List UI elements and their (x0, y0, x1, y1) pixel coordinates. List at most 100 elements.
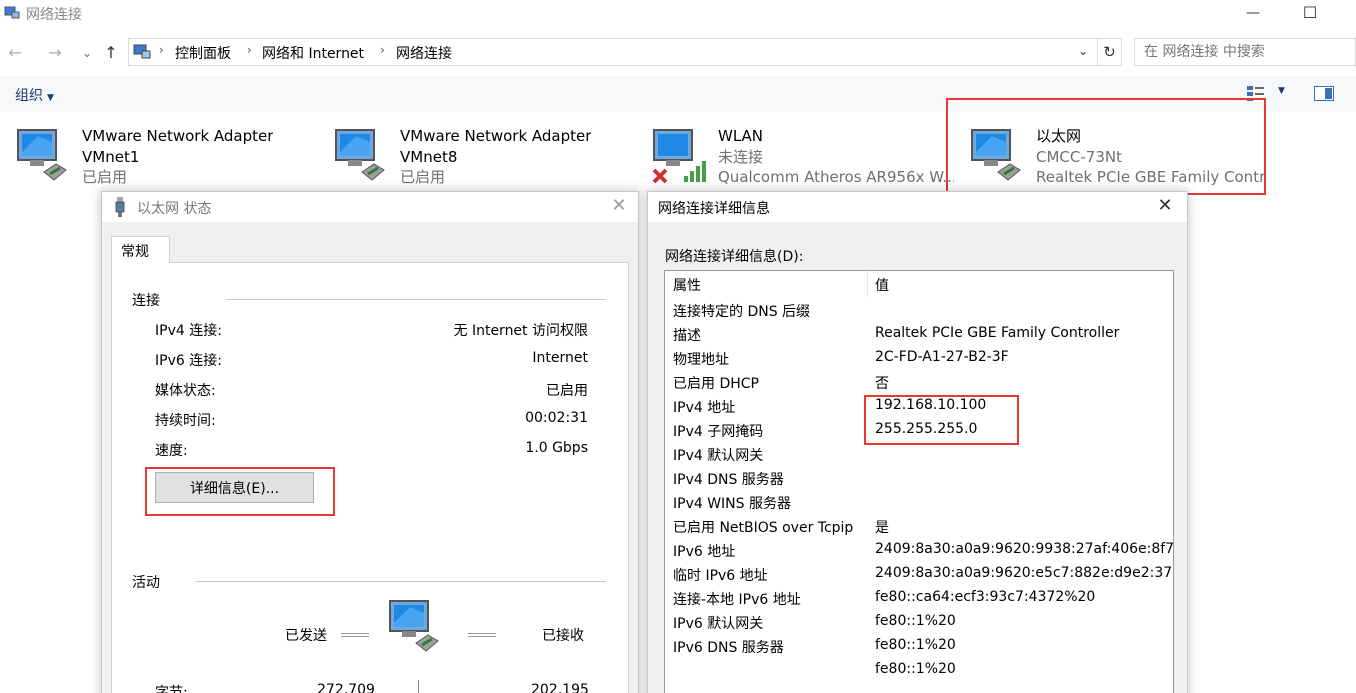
duration-label: 持续时间: (155, 413, 216, 429)
ipv6-connectivity-value: Internet (532, 350, 588, 366)
table-row[interactable]: IPv4 DNS 服务器 (665, 467, 1173, 491)
activity-line (341, 633, 369, 637)
details-list[interactable]: 属性 值 连接特定的 DNS 后缀 描述 Realtek PCIe GBE Fami… (664, 270, 1174, 693)
breadcrumb-network-internet[interactable]: 网络和 Internet (262, 43, 364, 63)
table-row[interactable]: IPv4 WINS 服务器 (665, 491, 1173, 515)
network-connection-details-dialog: 网络连接详细信息 ✕ 网络连接详细信息(D): 属性 值 连接特定的 DNS 后… (647, 191, 1188, 693)
property-cell: IPv4 地址 (673, 400, 736, 416)
table-row[interactable]: 已启用 DHCP 否 (665, 371, 1173, 395)
breadcrumb-network-connections[interactable]: 网络连接 (396, 43, 452, 63)
view-options-dropdown-icon[interactable]: ▼ (1278, 86, 1285, 96)
ethernet-adapter-icon (971, 129, 1021, 181)
table-row[interactable]: IPv4 子网掩码 255.255.255.0 (665, 419, 1173, 443)
close-icon[interactable]: ✕ (604, 195, 634, 219)
change-view-icon[interactable] (1246, 84, 1266, 102)
property-cell: IPv4 默认网关 (673, 448, 764, 464)
back-button[interactable]: ← (4, 41, 26, 65)
value-cell: 2409:8a30:a0a9:9620:e5c7:882e:d9e2:37... (875, 565, 1174, 581)
search-box[interactable] (1134, 38, 1356, 66)
bytes-sent-value: 272,709 (317, 682, 375, 693)
table-row[interactable]: IPv6 地址 2409:8a30:a0a9:9620:9938:27af:406… (665, 539, 1173, 563)
group-divider (196, 581, 606, 582)
address-bar[interactable]: › 控制面板 › 网络和 Internet › 网络连接 (128, 38, 1098, 66)
adapter-sub: VMnet8 (400, 147, 458, 166)
property-cell: IPv4 子网掩码 (673, 424, 764, 440)
received-label: 已接收 (542, 628, 584, 644)
dialog-title-bar: 以太网 状态 ✕ (102, 192, 638, 222)
refresh-button[interactable]: ↻ (1098, 38, 1122, 66)
value-cell: 255.255.255.0 (875, 421, 978, 437)
title-bar: 网络连接 — ☐ (0, 0, 1356, 28)
table-row[interactable]: 连接特定的 DNS 后缀 (665, 299, 1173, 323)
duration-value: 00:02:31 (525, 410, 588, 426)
wlan-disconnected-icon (652, 129, 706, 184)
value-cell: 192.168.10.100 (875, 397, 987, 413)
activity-line (468, 633, 496, 637)
property-cell: 已启用 DHCP (673, 376, 759, 392)
ethernet-status-dialog: 以太网 状态 ✕ 常规 连接 IPv4 连接: 无 Internet 访问权限 … (101, 191, 639, 693)
table-row[interactable]: 物理地址 2C-FD-A1-27-B2-3F (665, 347, 1173, 371)
property-cell: 临时 IPv6 地址 (673, 568, 768, 584)
connection-group-label: 连接 (132, 293, 160, 309)
organize-menu[interactable]: 组织 ▼ (15, 85, 54, 105)
column-header-value[interactable]: 值 (875, 275, 889, 295)
property-cell: IPv6 DNS 服务器 (673, 640, 784, 656)
bytes-label: 字节: (155, 685, 188, 693)
recent-locations-button[interactable]: ⌄ (76, 41, 98, 65)
adapter-wlan[interactable]: WLAN 未连接 Qualcomm Atheros AR956x W... (652, 122, 954, 192)
property-cell: 连接-本地 IPv6 地址 (673, 592, 801, 608)
adapter-ethernet[interactable]: 以太网 CMCC-73Nt Realtek PCIe GBE Family Co… (970, 122, 1266, 192)
adapter-vmnet8[interactable]: VMware Network Adapter VMnet8 已启用 (334, 122, 624, 192)
ipv4-connectivity-value: 无 Internet 访问权限 (453, 323, 589, 339)
command-bar: 组织 ▼ ▼ (0, 76, 1356, 112)
maximize-button[interactable]: ☐ (1287, 0, 1333, 28)
column-header-property[interactable]: 属性 (673, 275, 701, 295)
details-button[interactable]: 详细信息(E)... (155, 472, 314, 503)
value-cell: 是 (875, 520, 889, 536)
adapter-name: VMware Network Adapter (82, 127, 274, 145)
table-row[interactable]: IPv6 默认网关 fe80::1%20 (665, 611, 1173, 635)
value-cell: 否 (875, 376, 889, 392)
tab-general[interactable]: 常规 (111, 236, 170, 263)
media-state-value: 已启用 (546, 383, 588, 399)
table-row[interactable]: fe80::1%20 (665, 659, 1173, 683)
search-input[interactable] (1135, 39, 1355, 65)
ipv6-connectivity-label: IPv6 连接: (155, 353, 222, 369)
value-cell: fe80::1%20 (875, 661, 956, 677)
table-row[interactable]: 描述 Realtek PCIe GBE Family Controller (665, 323, 1173, 347)
adapter-sub: 未连接 (718, 147, 764, 166)
column-separator[interactable] (867, 271, 868, 297)
property-cell: IPv6 地址 (673, 544, 736, 560)
network-activity-icon (389, 600, 439, 652)
adapter-status: 已启用 (400, 168, 446, 186)
table-row[interactable]: 临时 IPv6 地址 2409:8a30:a0a9:9620:e5c7:882e:… (665, 563, 1173, 587)
value-cell: 2C-FD-A1-27-B2-3F (875, 349, 1009, 365)
table-row[interactable]: IPv4 默认网关 (665, 443, 1173, 467)
up-button[interactable]: ↑ (100, 41, 122, 65)
address-dropdown-icon[interactable]: ⌄ (1078, 44, 1088, 58)
media-state-label: 媒体状态: (155, 383, 216, 399)
close-icon[interactable]: ✕ (1150, 195, 1180, 219)
details-list-caption: 网络连接详细信息(D): (665, 249, 804, 265)
value-cell: fe80::1%20 (875, 613, 956, 629)
preview-pane-icon[interactable] (1314, 86, 1334, 101)
table-row[interactable]: IPv6 DNS 服务器 fe80::1%20 (665, 635, 1173, 659)
value-cell: fe80::1%20 (875, 637, 956, 653)
property-cell: 描述 (673, 328, 701, 344)
table-row[interactable]: IPv4 地址 192.168.10.100 (665, 395, 1173, 419)
value-cell: fe80::ca64:ecf3:93c7:4372%20 (875, 589, 1096, 605)
forward-button[interactable]: → (44, 41, 66, 65)
minimize-button[interactable]: — (1230, 0, 1276, 28)
adapter-vmnet1[interactable]: VMware Network Adapter VMnet1 已启用 (16, 122, 306, 192)
bytes-received-value: 202,195 (531, 682, 589, 693)
adapter-status: 已启用 (82, 168, 128, 186)
dialog-title-bar: 网络连接详细信息 ✕ (648, 192, 1187, 222)
activity-divider (418, 680, 419, 693)
property-cell: 物理地址 (673, 352, 729, 368)
value-cell: 2409:8a30:a0a9:9620:9938:27af:406e:8f7..… (875, 541, 1174, 557)
breadcrumb-control-panel[interactable]: 控制面板 (175, 43, 231, 63)
table-row[interactable]: 已启用 NetBIOS over Tcpip 是 (665, 515, 1173, 539)
adapter-sub: VMnet1 (82, 147, 140, 166)
speed-value: 1.0 Gbps (525, 440, 588, 456)
table-row[interactable]: 连接-本地 IPv6 地址 fe80::ca64:ecf3:93c7:4372%2… (665, 587, 1173, 611)
